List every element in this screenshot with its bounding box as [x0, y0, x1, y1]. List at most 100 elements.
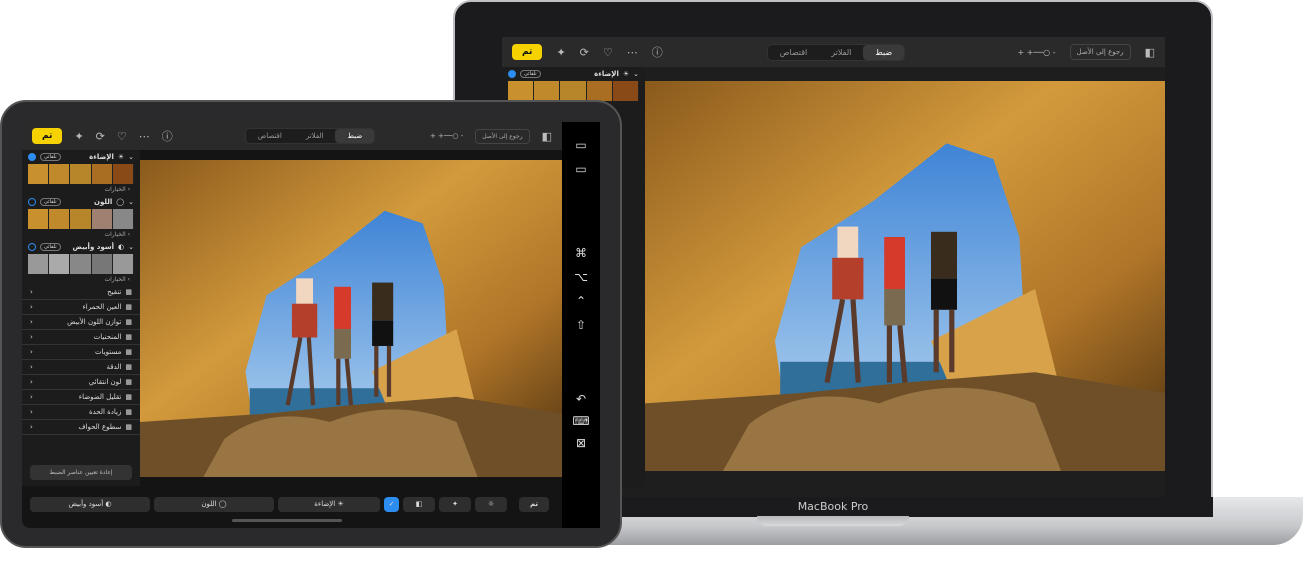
tab-adjust[interactable]: ضبط: [863, 44, 905, 60]
compare-icon[interactable]: ◧: [403, 496, 435, 512]
options-link[interactable]: › الخيارات: [22, 184, 140, 195]
chevron-down-icon[interactable]: ⌄: [128, 153, 134, 161]
tool-icon: ▦: [125, 303, 132, 311]
tool-item[interactable]: ▦ لون انتقائي ‹: [22, 375, 140, 390]
compare-icon[interactable]: ◧: [1145, 46, 1155, 59]
thumbnail[interactable]: [49, 254, 71, 274]
tool-item[interactable]: ▦ العين الحمراء ‹: [22, 300, 140, 315]
tool-label: الدقة: [106, 363, 122, 371]
dock-icon[interactable]: ▭: [575, 162, 586, 176]
thumbnail[interactable]: [112, 254, 135, 274]
tool-icon: ▦: [125, 318, 132, 326]
revert-button[interactable]: رجوع إلى الأصل: [1069, 44, 1131, 60]
chevron-down-icon[interactable]: ⌄: [128, 243, 134, 251]
tool-item[interactable]: ▦ توازن اللون الأبيض ‹: [22, 315, 140, 330]
thumbnail[interactable]: [49, 209, 71, 229]
tool-icon: ▦: [125, 288, 132, 296]
tool-item[interactable]: ▦ زيادة الحدة ‹: [22, 405, 140, 420]
reset-adjustments-button[interactable]: إعادة تعيين عناصر الضبط: [30, 465, 132, 480]
thumbnail[interactable]: [70, 254, 92, 274]
shift-key-icon[interactable]: ⇧: [576, 318, 586, 332]
magic-wand-icon[interactable]: ✦: [439, 496, 471, 512]
bottom-bar: أسود وأبيض ◐ اللون ◯ الإضاءة ☀ ✓ ◧ ✦ ☼ ت…: [22, 494, 562, 514]
thumbnail[interactable]: [91, 164, 113, 184]
magic-wand-icon[interactable]: ✦: [556, 46, 565, 59]
light-thumbnails[interactable]: [508, 81, 640, 101]
auto-button[interactable]: تلقائي: [520, 70, 541, 78]
ipad-toolbar: تم ✦ ⟳ ♡ ⋯ ⓘ اقتصاص الفلاتر ضبط + +──○ -…: [22, 122, 562, 150]
thumbnail[interactable]: [112, 209, 135, 229]
tool-icon: ▦: [125, 333, 132, 341]
heart-icon[interactable]: ♡: [117, 130, 127, 143]
bw-button[interactable]: أسود وأبيض ◐: [30, 496, 150, 512]
zoom-slider[interactable]: + +──○ -: [430, 132, 463, 140]
chevron-down-icon[interactable]: ⌄: [128, 198, 134, 206]
tab-adjust[interactable]: ضبط: [335, 129, 375, 143]
control-key-icon[interactable]: ⌃: [576, 294, 586, 308]
auto-button[interactable]: تلقائي: [40, 153, 61, 161]
light-button[interactable]: الإضاءة ☀: [278, 496, 380, 512]
more-icon[interactable]: ⋯: [627, 46, 638, 59]
magic-wand-icon[interactable]: ✦: [74, 130, 83, 143]
tab-crop[interactable]: اقتصاص: [246, 129, 294, 143]
undo-icon[interactable]: ↶: [576, 392, 586, 406]
chevron-icon: ‹: [30, 348, 33, 356]
info-icon[interactable]: ⓘ: [652, 44, 663, 60]
thumbnail[interactable]: [70, 209, 92, 229]
section-header[interactable]: ⌄ ◯ اللون تلقائي: [22, 195, 140, 209]
thumbnail-strip[interactable]: [28, 164, 135, 184]
tool-item[interactable]: ▦ الدقة ‹: [22, 360, 140, 375]
thumbnail[interactable]: [28, 254, 50, 274]
thumbnail[interactable]: [70, 164, 92, 184]
done-button[interactable]: تم: [32, 128, 63, 144]
section-toggle[interactable]: [28, 243, 36, 251]
tool-item[interactable]: ▦ تنقيح ‹: [22, 285, 140, 300]
section-header[interactable]: ⌄ ◐ أسود وأبيض تلقائي: [22, 240, 140, 254]
thumbnail[interactable]: [28, 209, 50, 229]
zoom-slider[interactable]: + +──○ -: [1018, 48, 1056, 57]
checkmark-icon[interactable]: ✓: [384, 496, 399, 512]
bw-label: أسود وأبيض: [68, 500, 104, 508]
command-key-icon[interactable]: ⌘: [575, 246, 587, 260]
rotate-icon[interactable]: ⟳: [96, 130, 105, 143]
option-key-icon[interactable]: ⌥: [574, 270, 588, 284]
tab-filters[interactable]: الفلاتر: [294, 129, 336, 143]
keyboard-icon[interactable]: ⌨: [572, 414, 589, 428]
color-button[interactable]: اللون ◯: [154, 496, 274, 512]
options-link[interactable]: › الخيارات: [22, 274, 140, 285]
done-button[interactable]: تم: [512, 44, 543, 60]
rotate-icon[interactable]: ⟳: [580, 46, 589, 59]
thumbnail[interactable]: [91, 254, 113, 274]
tool-item[interactable]: ▦ تقليل الضوضاء ‹: [22, 390, 140, 405]
thumbnail[interactable]: [49, 164, 71, 184]
heart-icon[interactable]: ♡: [603, 46, 613, 59]
disconnect-icon[interactable]: ⊠: [576, 436, 586, 450]
revert-button[interactable]: رجوع إلى الأصل: [475, 128, 530, 144]
tab-crop[interactable]: اقتصاص: [768, 45, 820, 60]
options-label: الخيارات: [104, 186, 126, 193]
tool-item[interactable]: ▦ مستويات ‹: [22, 345, 140, 360]
done-button[interactable]: تم: [519, 496, 549, 512]
section-toggle[interactable]: [508, 70, 516, 78]
section-title: الإضاءة: [594, 70, 619, 78]
info-icon[interactable]: ⓘ: [162, 128, 173, 144]
tab-filters[interactable]: الفلاتر: [819, 45, 863, 60]
thumbnail[interactable]: [28, 164, 50, 184]
section-toggle[interactable]: [28, 198, 36, 206]
thumbnail[interactable]: [91, 209, 113, 229]
thumbnail-strip[interactable]: [28, 209, 135, 229]
section-header[interactable]: ⌄ ☀ الإضاءة تلقائي: [22, 150, 140, 164]
auto-button[interactable]: تلقائي: [40, 243, 61, 251]
thumbnail[interactable]: [112, 164, 135, 184]
chevron-down-icon[interactable]: ⌄: [633, 70, 639, 78]
brightness-icon[interactable]: ☼: [475, 496, 507, 512]
tool-item[interactable]: ▦ سطوع الحواف ‹: [22, 420, 140, 435]
auto-button[interactable]: تلقائي: [40, 198, 61, 206]
more-icon[interactable]: ⋯: [139, 130, 150, 143]
tool-item[interactable]: ▦ المنحنيات ‹: [22, 330, 140, 345]
thumbnail-strip[interactable]: [28, 254, 135, 274]
section-toggle[interactable]: [28, 153, 36, 161]
options-link[interactable]: › الخيارات: [22, 229, 140, 240]
compare-icon[interactable]: ◧: [542, 130, 552, 143]
menu-bar-icon[interactable]: ▭: [575, 138, 586, 152]
